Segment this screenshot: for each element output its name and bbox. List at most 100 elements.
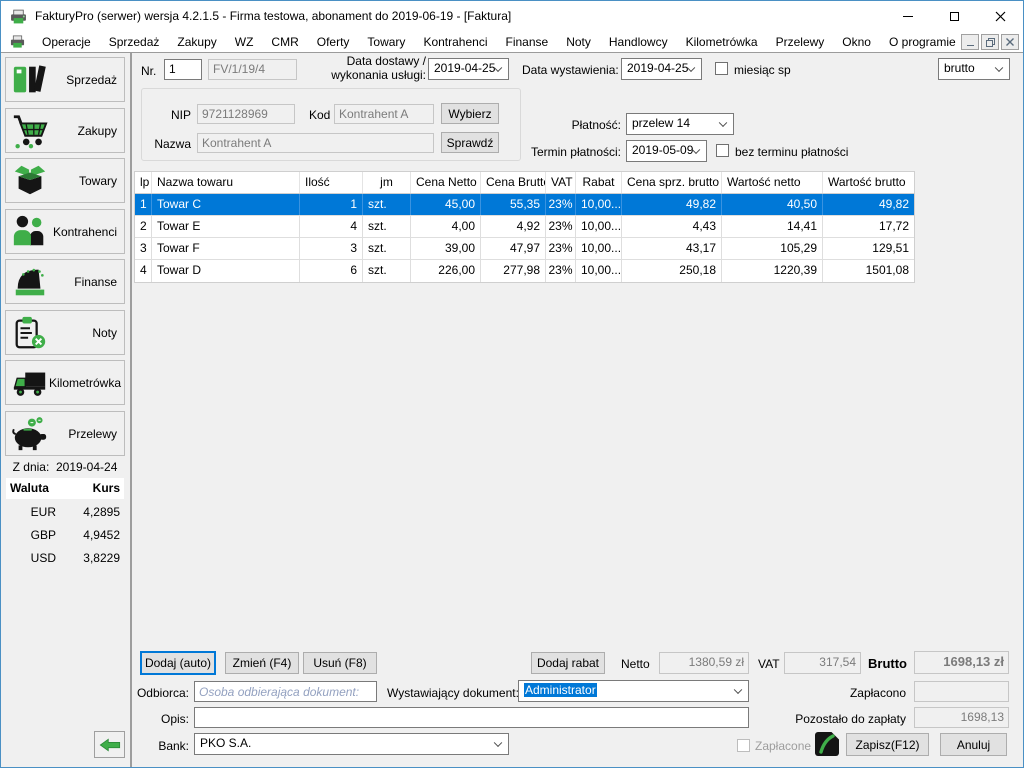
- mdi-minimize-icon[interactable]: [961, 34, 979, 50]
- contractor-name-field: Kontrahent A: [197, 133, 434, 153]
- col-lp[interactable]: lp: [135, 172, 152, 193]
- sidebar-item-label: Przelewy: [49, 427, 124, 441]
- col-vat[interactable]: VAT: [546, 172, 576, 193]
- rate-currency: EUR: [10, 505, 66, 523]
- save-document-icon: [814, 731, 840, 757]
- sidebar-item-towary[interactable]: Towary: [5, 158, 125, 203]
- col-cena-brutto[interactable]: Cena Brutto: [481, 172, 546, 193]
- col-jm[interactable]: jm: [363, 172, 411, 193]
- delivery-date-select[interactable]: 2019-04-25: [428, 58, 509, 80]
- menu-item-oferty[interactable]: Oferty: [308, 32, 359, 52]
- sidebar-item-noty[interactable]: Noty: [5, 310, 125, 355]
- sidebar-item-finanse[interactable]: Finanse: [5, 259, 125, 304]
- issuer-select[interactable]: Administrator: [518, 680, 749, 702]
- description-input[interactable]: [194, 707, 749, 728]
- sidebar-item-kilometrowka[interactable]: Kilometrówka: [5, 360, 125, 405]
- mdi-child-printer-icon: [10, 34, 25, 49]
- close-icon[interactable]: [977, 1, 1023, 31]
- bank-select[interactable]: PKO S.A.: [194, 733, 509, 755]
- recipient-label: Odbiorca:: [131, 686, 189, 700]
- select-contractor-button[interactable]: Wybierz: [441, 103, 499, 124]
- menu-item-zakupy[interactable]: Zakupy: [168, 32, 225, 52]
- rate-row-gbp: GBP 4,9452: [6, 528, 124, 546]
- payment-select[interactable]: przelew 14: [626, 113, 734, 135]
- sidebar-item-sprzedaz[interactable]: Sprzedaż: [5, 57, 125, 102]
- shopping-cart-icon: [11, 112, 49, 150]
- nip-field: 9721128969: [197, 104, 295, 124]
- sidebar-item-label: Zakupy: [49, 124, 124, 138]
- table-row[interactable]: 3 Towar F 3 szt. 39,00 47,97 23% 10,00..…: [135, 238, 914, 260]
- sidebar-item-przelewy[interactable]: Przelewy: [5, 411, 125, 456]
- paid-label: Zapłacono: [826, 686, 906, 700]
- arrow-left-icon: [99, 738, 121, 752]
- col-ilosc[interactable]: Ilość: [300, 172, 363, 193]
- recipient-input[interactable]: [194, 681, 377, 702]
- items-table: lp Nazwa towaru Ilość jm Cena Netto Cena…: [134, 171, 915, 283]
- col-wartosc-brutto[interactable]: Wartość brutto: [823, 172, 914, 193]
- menu-item-kilometrowka[interactable]: Kilometrówka: [677, 32, 767, 52]
- mdi-restore-icon[interactable]: [981, 34, 999, 50]
- menu-item-finanse[interactable]: Finanse: [496, 32, 557, 52]
- col-cena-sprz-brutto[interactable]: Cena sprz. brutto: [622, 172, 722, 193]
- sidebar-item-kontrahenci[interactable]: Kontrahenci: [5, 209, 125, 254]
- col-wartosc-netto[interactable]: Wartość netto: [722, 172, 823, 193]
- rate-currency: USD: [10, 551, 66, 569]
- remaining-amount-field: 1698,13: [914, 707, 1009, 728]
- edit-item-button[interactable]: Zmień (F4): [225, 652, 299, 674]
- table-row[interactable]: 2 Towar E 4 szt. 4,00 4,92 23% 10,00... …: [135, 216, 914, 238]
- menu-item-towary[interactable]: Towary: [358, 32, 414, 52]
- bank-label: Bank:: [131, 739, 189, 753]
- issue-date-select[interactable]: 2019-04-25: [621, 58, 702, 80]
- col-cena-netto[interactable]: Cena Netto: [411, 172, 481, 193]
- menu-item-noty[interactable]: Noty: [557, 32, 600, 52]
- col-rabat[interactable]: Rabat: [576, 172, 622, 193]
- nip-label: NIP: [159, 108, 191, 122]
- month-sp-checkbox[interactable]: [715, 62, 728, 75]
- invoice-number-input[interactable]: 1: [164, 59, 202, 80]
- netto-label: Netto: [621, 657, 650, 671]
- back-button[interactable]: [94, 731, 125, 758]
- open-box-icon: [11, 162, 49, 200]
- menu-item-o-programie[interactable]: O programie: [880, 32, 965, 52]
- piggy-bank-icon: [11, 415, 49, 453]
- rate-row-eur: EUR 4,2895: [6, 505, 124, 523]
- menu-item-operacje[interactable]: Operacje: [33, 32, 100, 52]
- check-contractor-button[interactable]: Sprawdź: [441, 132, 499, 153]
- due-date-select[interactable]: 2019-05-09: [626, 140, 707, 162]
- rates-col-rate: Kurs: [66, 481, 120, 496]
- delivery-date-label: Data dostawy / wykonania usługi:: [319, 54, 426, 82]
- issuer-selected-value: Administrator: [524, 683, 597, 697]
- menu-item-handlowcy[interactable]: Handlowcy: [600, 32, 677, 52]
- table-row[interactable]: 4 Towar D 6 szt. 226,00 277,98 23% 10,00…: [135, 260, 914, 282]
- minimize-icon[interactable]: [885, 1, 931, 31]
- sidebar-item-zakupy[interactable]: Zakupy: [5, 108, 125, 153]
- menu-item-sprzedaz[interactable]: Sprzedaż: [100, 32, 169, 52]
- mdi-close-icon[interactable]: [1001, 34, 1019, 50]
- people-icon: [11, 213, 49, 251]
- menu-item-cmr[interactable]: CMR: [262, 32, 307, 52]
- vat-label: VAT: [758, 657, 780, 671]
- app-window: FakturyPro (serwer) wersja 4.2.1.5 - Fir…: [0, 0, 1024, 768]
- kod-label: Kod: [309, 108, 330, 122]
- maximize-icon[interactable]: [931, 1, 977, 31]
- add-discount-button[interactable]: Dodaj rabat: [531, 652, 605, 674]
- save-button[interactable]: Zapisz(F12): [846, 733, 929, 756]
- menu-item-kontrahenci[interactable]: Kontrahenci: [414, 32, 496, 52]
- no-due-date-checkbox[interactable]: [716, 144, 729, 157]
- cancel-button[interactable]: Anuluj: [940, 733, 1007, 756]
- note-x-icon: [11, 314, 49, 352]
- brutto-total-field: 1698,13 zł: [914, 651, 1009, 674]
- paid-checkbox-label: Zapłacone: [755, 739, 811, 753]
- remaining-label: Pozostało do zapłaty: [764, 712, 906, 726]
- price-mode-select[interactable]: brutto: [938, 58, 1010, 80]
- sidebar-item-label: Kilometrówka: [49, 376, 128, 390]
- add-item-button[interactable]: Dodaj (auto): [140, 651, 216, 675]
- menu-item-przelewy[interactable]: Przelewy: [767, 32, 834, 52]
- delete-item-button[interactable]: Usuń (F8): [303, 652, 377, 674]
- col-nazwa-towaru[interactable]: Nazwa towaru: [152, 172, 300, 193]
- menu-item-okno[interactable]: Okno: [833, 32, 880, 52]
- table-row-selected[interactable]: 1 Towar C 1 szt. 45,00 55,35 23% 10,00..…: [135, 194, 914, 216]
- chevron-down-icon: [494, 739, 502, 747]
- vat-total-field: 317,54: [784, 652, 861, 674]
- menu-item-wz[interactable]: WZ: [226, 32, 263, 52]
